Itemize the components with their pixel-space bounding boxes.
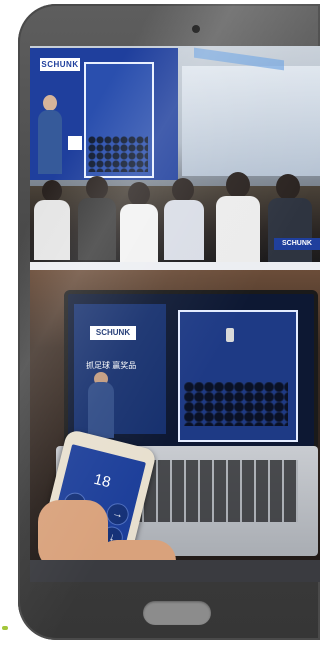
trade-show-photo: SCHUNK SCHUNK bbox=[30, 46, 320, 262]
person-body bbox=[268, 198, 312, 262]
laptop-presenter bbox=[88, 382, 114, 438]
person-head bbox=[128, 182, 150, 206]
laptop-logo: SCHUNK bbox=[90, 326, 136, 340]
desk-surface bbox=[30, 560, 320, 582]
person-head bbox=[226, 172, 250, 198]
laptop-screen: SCHUNK 抓足球 赢奖品 bbox=[64, 290, 318, 450]
person-body bbox=[120, 204, 158, 262]
green-accent-mark bbox=[2, 626, 8, 630]
home-button[interactable] bbox=[143, 601, 211, 625]
corner-logo-badge: SCHUNK bbox=[274, 238, 320, 250]
photo-divider bbox=[30, 262, 320, 270]
right-arrow-button: → bbox=[104, 500, 131, 528]
person-head bbox=[86, 176, 108, 200]
person-head bbox=[42, 180, 62, 202]
phone-screen: SCHUNK SCHUNK SCHUNK 抓足球 赢奖品 18 → ↓ bbox=[30, 46, 320, 582]
person-head bbox=[172, 178, 194, 202]
laptop-demo-photo: SCHUNK 抓足球 赢奖品 18 ← → ✓ ↓ bbox=[30, 270, 320, 582]
background-wall bbox=[182, 66, 320, 176]
qr-code-icon bbox=[68, 136, 82, 150]
person-body bbox=[216, 196, 260, 262]
thumb bbox=[80, 516, 96, 550]
crowd bbox=[30, 172, 320, 262]
front-camera-icon bbox=[192, 25, 200, 33]
laptop-left-panel: SCHUNK 抓足球 赢奖品 bbox=[74, 304, 166, 438]
booth-logo: SCHUNK bbox=[40, 58, 80, 71]
person-body bbox=[34, 200, 70, 260]
presenter-figure bbox=[38, 110, 62, 174]
claw-icon bbox=[226, 328, 234, 342]
balls-pile bbox=[88, 136, 148, 172]
laptop-slogan: 抓足球 赢奖品 bbox=[86, 361, 137, 370]
booth-display-screen: SCHUNK bbox=[30, 48, 178, 180]
presenter-head bbox=[43, 95, 57, 111]
laptop-balls-pile bbox=[184, 382, 288, 426]
person-body bbox=[78, 198, 116, 260]
person-head bbox=[276, 174, 300, 200]
person-body bbox=[164, 200, 204, 260]
